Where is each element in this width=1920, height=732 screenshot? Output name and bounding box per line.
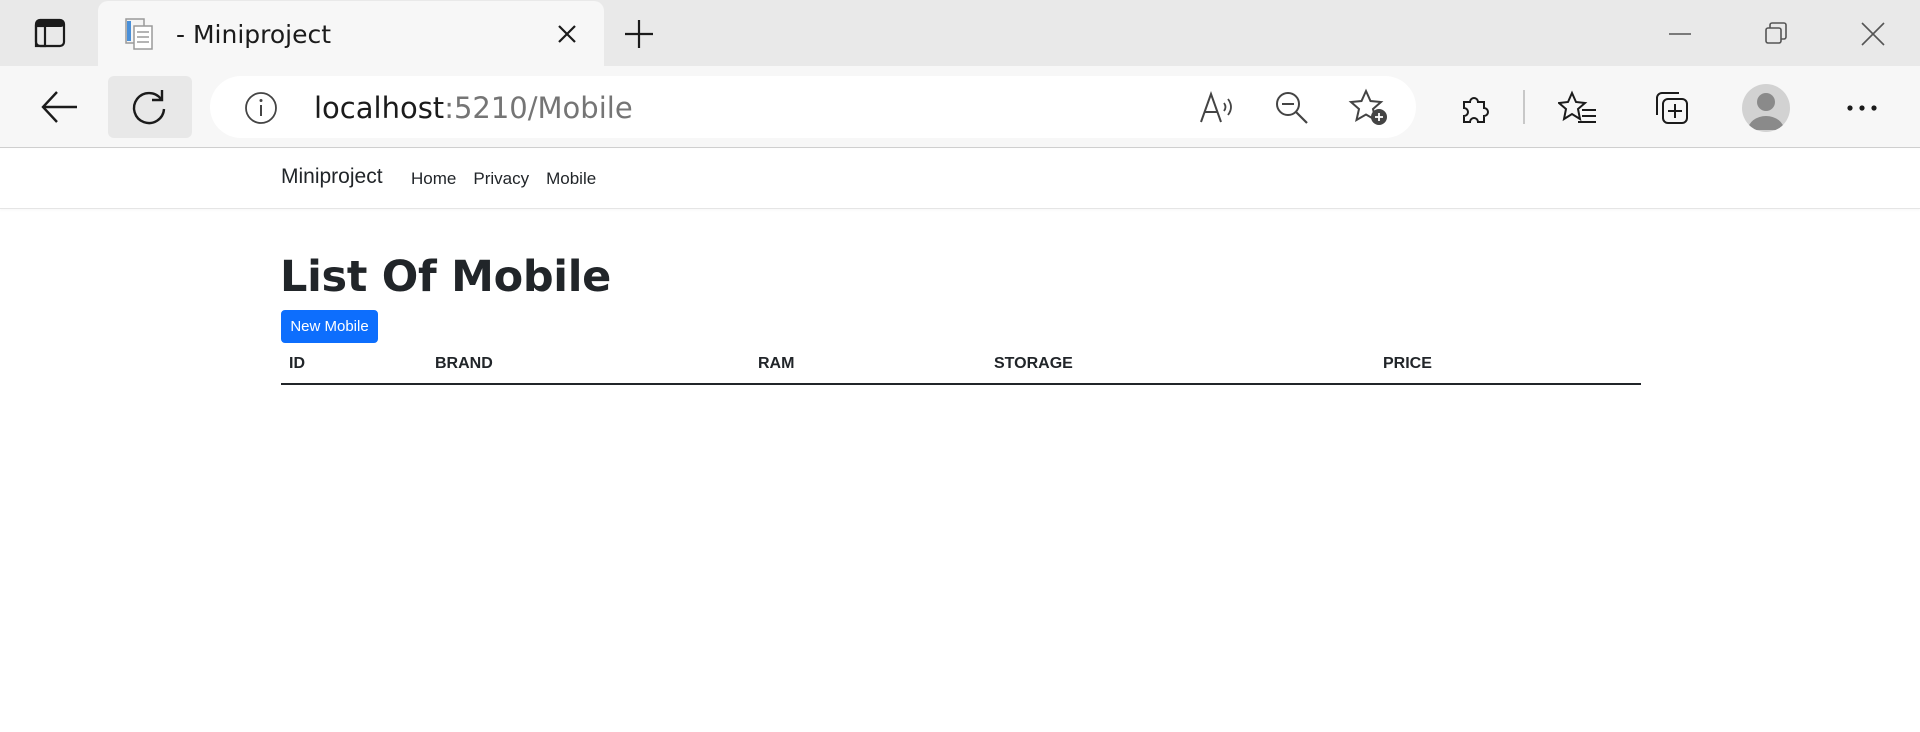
column-header-ram: RAM <box>758 355 795 372</box>
url-path: :5210/Mobile <box>444 91 633 125</box>
favorites-button[interactable] <box>1554 86 1602 130</box>
url-host: localhost <box>314 91 445 125</box>
table-header-row: ID BRAND RAM STORAGE PRICE <box>281 348 1641 385</box>
extensions-button[interactable] <box>1454 86 1498 130</box>
nav-links: Home Privacy Mobile <box>411 169 613 189</box>
site-info-icon[interactable] <box>244 91 278 125</box>
address-bar[interactable]: localhost:5210/Mobile <box>210 76 1416 138</box>
profile-avatar[interactable] <box>1742 84 1790 132</box>
collections-button[interactable] <box>1648 86 1696 130</box>
column-header-id: ID <box>289 355 305 372</box>
browser-tab-active[interactable]: - Miniproject <box>98 1 604 67</box>
tab-actions-button[interactable] <box>24 14 76 52</box>
nav-link-home[interactable]: Home <box>411 169 456 189</box>
site-navbar: Miniproject Home Privacy Mobile <box>0 149 1920 209</box>
zoom-out-icon[interactable] <box>1274 90 1310 126</box>
new-mobile-button[interactable]: New Mobile <box>281 310 378 343</box>
user-icon <box>1748 93 1784 130</box>
puzzle-icon <box>1463 97 1489 123</box>
more-horizontal-icon <box>1847 105 1877 111</box>
restore-icon[interactable] <box>1760 18 1792 50</box>
navbar-brand[interactable]: Miniproject <box>281 165 383 189</box>
mobile-table: ID BRAND RAM STORAGE PRICE <box>281 348 1641 385</box>
toolbar-divider <box>1523 90 1525 124</box>
page-title: List Of Mobile <box>280 252 612 302</box>
page-favicon-icon <box>125 18 153 50</box>
add-favorite-icon[interactable] <box>1348 88 1390 128</box>
refresh-button[interactable] <box>108 76 192 138</box>
url-text[interactable]: localhost:5210/Mobile <box>314 91 633 125</box>
collections-icon <box>1656 92 1688 124</box>
back-arrow-icon <box>41 91 77 123</box>
column-header-price: PRICE <box>1383 355 1432 372</box>
browser-toolbar: localhost:5210/Mobile <box>0 66 1920 148</box>
tab-actions-icon <box>34 18 66 48</box>
new-tab-icon[interactable] <box>622 17 656 51</box>
column-header-storage: STORAGE <box>994 355 1073 372</box>
column-header-brand: BRAND <box>435 355 493 372</box>
settings-more-button[interactable] <box>1842 86 1882 130</box>
minimize-icon[interactable] <box>1664 18 1696 50</box>
read-aloud-icon[interactable] <box>1198 89 1236 125</box>
refresh-icon <box>132 90 166 125</box>
nav-link-privacy[interactable]: Privacy <box>473 169 529 189</box>
nav-link-mobile[interactable]: Mobile <box>546 169 596 189</box>
close-window-icon[interactable] <box>1857 18 1889 50</box>
back-button[interactable] <box>36 86 82 128</box>
close-tab-icon[interactable] <box>554 21 580 47</box>
tab-title: - Miniproject <box>176 20 332 49</box>
favorites-list-icon <box>1558 90 1596 123</box>
tab-strip: - Miniproject <box>0 0 1920 67</box>
